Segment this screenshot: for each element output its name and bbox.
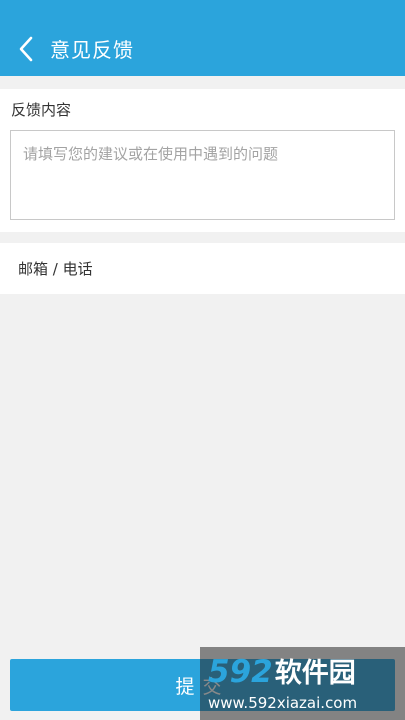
contact-section xyxy=(0,243,405,294)
contact-input[interactable] xyxy=(0,243,405,294)
chevron-left-icon xyxy=(19,36,33,62)
feedback-textarea[interactable] xyxy=(10,130,395,220)
back-button[interactable] xyxy=(12,34,40,64)
watermark-text: 软件园 xyxy=(274,658,356,689)
watermark-number: 592 xyxy=(208,654,273,690)
watermark-logo: 592软件园 www.592xiazai.com xyxy=(200,647,405,720)
watermark-url: www.592xiazai.com xyxy=(208,694,358,712)
app-header: 意见反馈 xyxy=(0,0,405,76)
feedback-section: 反馈内容 xyxy=(0,89,405,232)
page-title: 意见反馈 xyxy=(50,38,134,62)
watermark-brand: 592软件园 xyxy=(208,653,356,693)
feedback-label: 反馈内容 xyxy=(11,101,72,119)
